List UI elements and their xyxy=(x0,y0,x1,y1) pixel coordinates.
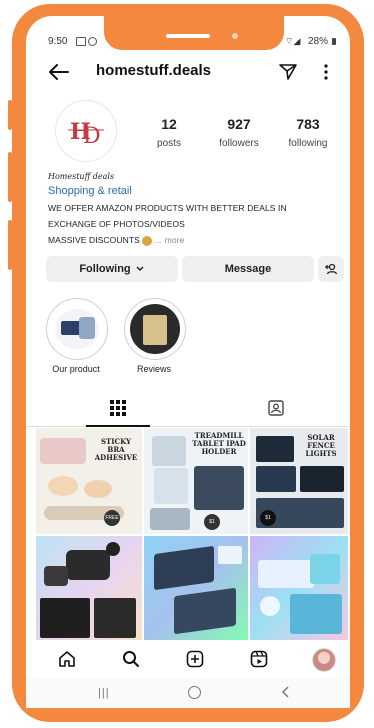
camera-icon xyxy=(232,33,238,39)
following-button[interactable]: Following xyxy=(46,256,178,282)
side-button xyxy=(8,152,12,202)
bio-line: EXCHANGE OF PHOTOS/VIDEOS xyxy=(48,219,185,229)
back-arrow-icon[interactable] xyxy=(46,60,72,84)
post-badge: FREE xyxy=(104,510,120,526)
signal-icon: ⌔◢ xyxy=(285,36,301,46)
post-tile[interactable]: SOLAR FENCE LIGHTS $1 xyxy=(250,428,348,534)
add-person-icon[interactable] xyxy=(318,256,344,282)
highlight-thumbnail xyxy=(46,298,108,360)
posts-count: 12 xyxy=(161,116,177,132)
post-tile[interactable]: TREADMILL TABLET IPAD HOLDER $1 xyxy=(144,428,248,534)
highlight-thumbnail xyxy=(124,298,186,360)
bio-category[interactable]: Shopping & retail xyxy=(48,185,132,197)
following-count: 783 xyxy=(296,116,320,132)
notification-icon xyxy=(76,37,86,46)
post-badge: $1 xyxy=(204,514,220,530)
post-tile[interactable] xyxy=(36,536,142,640)
home-icon[interactable] xyxy=(56,648,78,670)
more-vertical-icon[interactable] xyxy=(318,60,334,84)
following-label: following xyxy=(288,138,328,149)
bio-name: Homestuff deals xyxy=(48,172,115,181)
tabs-divider xyxy=(26,426,350,427)
bio-more-link[interactable]: ... more xyxy=(155,235,185,245)
followers-label: followers xyxy=(219,138,259,149)
active-tab-indicator xyxy=(86,425,150,427)
back-button-icon[interactable] xyxy=(278,684,292,700)
followers-count: 927 xyxy=(227,116,251,132)
post-title: SOLAR FENCE LIGHTS xyxy=(305,433,337,458)
money-bag-icon xyxy=(142,235,153,246)
profile-username: homestuff.deals xyxy=(96,62,212,79)
profile-avatar-icon[interactable] xyxy=(312,648,336,672)
side-button xyxy=(8,220,12,270)
notification-icon xyxy=(88,37,97,46)
message-button-label: Message xyxy=(224,263,272,275)
send-icon[interactable] xyxy=(276,60,300,84)
post-title: STICKY BRA ADHESIVE xyxy=(94,437,138,462)
post-tile[interactable] xyxy=(250,536,348,640)
grid-icon[interactable] xyxy=(104,396,132,420)
brand-logo: H D xyxy=(68,119,104,149)
svg-text:D: D xyxy=(83,124,101,149)
create-icon[interactable] xyxy=(184,648,206,670)
camera-notch xyxy=(104,16,284,50)
highlight-label: Our product xyxy=(52,364,100,374)
search-icon[interactable] xyxy=(120,648,142,670)
speaker xyxy=(166,34,210,38)
home-button-icon[interactable] xyxy=(188,686,201,699)
reels-icon[interactable] xyxy=(248,648,270,670)
message-button[interactable]: Message xyxy=(182,256,314,282)
status-time: 9:50 xyxy=(48,36,68,47)
post-badge: $1 xyxy=(260,510,276,526)
bio-line-text: MASSIVE DISCOUNTS xyxy=(48,235,140,245)
post-tile[interactable]: STICKY BRA ADHESIVE FREE xyxy=(36,428,142,534)
recent-apps-icon[interactable]: ||| xyxy=(98,687,110,699)
post-tile[interactable] xyxy=(144,536,248,640)
posts-label: posts xyxy=(157,138,181,149)
profile-avatar[interactable]: H D xyxy=(55,100,117,162)
posts-stat[interactable]: 12 posts xyxy=(146,116,192,149)
following-stat[interactable]: 783 following xyxy=(280,116,336,149)
bio-line: WE OFFER AMAZON PRODUCTS WITH BETTER DEA… xyxy=(48,203,287,213)
followers-stat[interactable]: 927 followers xyxy=(212,116,266,149)
chevron-down-icon xyxy=(136,266,144,272)
highlight-reviews[interactable]: Reviews xyxy=(124,298,189,374)
post-title: TREADMILL TABLET IPAD HOLDER xyxy=(192,431,246,456)
highlight-label: Reviews xyxy=(136,364,171,374)
highlight-our-product[interactable]: Our product xyxy=(46,298,111,374)
bio-line: MASSIVE DISCOUNTS ... more xyxy=(48,235,184,246)
battery-level: 28% xyxy=(308,36,329,47)
battery-icon xyxy=(332,38,336,45)
tagged-person-icon[interactable] xyxy=(262,396,290,420)
side-button xyxy=(8,100,12,130)
following-button-label: Following xyxy=(79,263,131,275)
